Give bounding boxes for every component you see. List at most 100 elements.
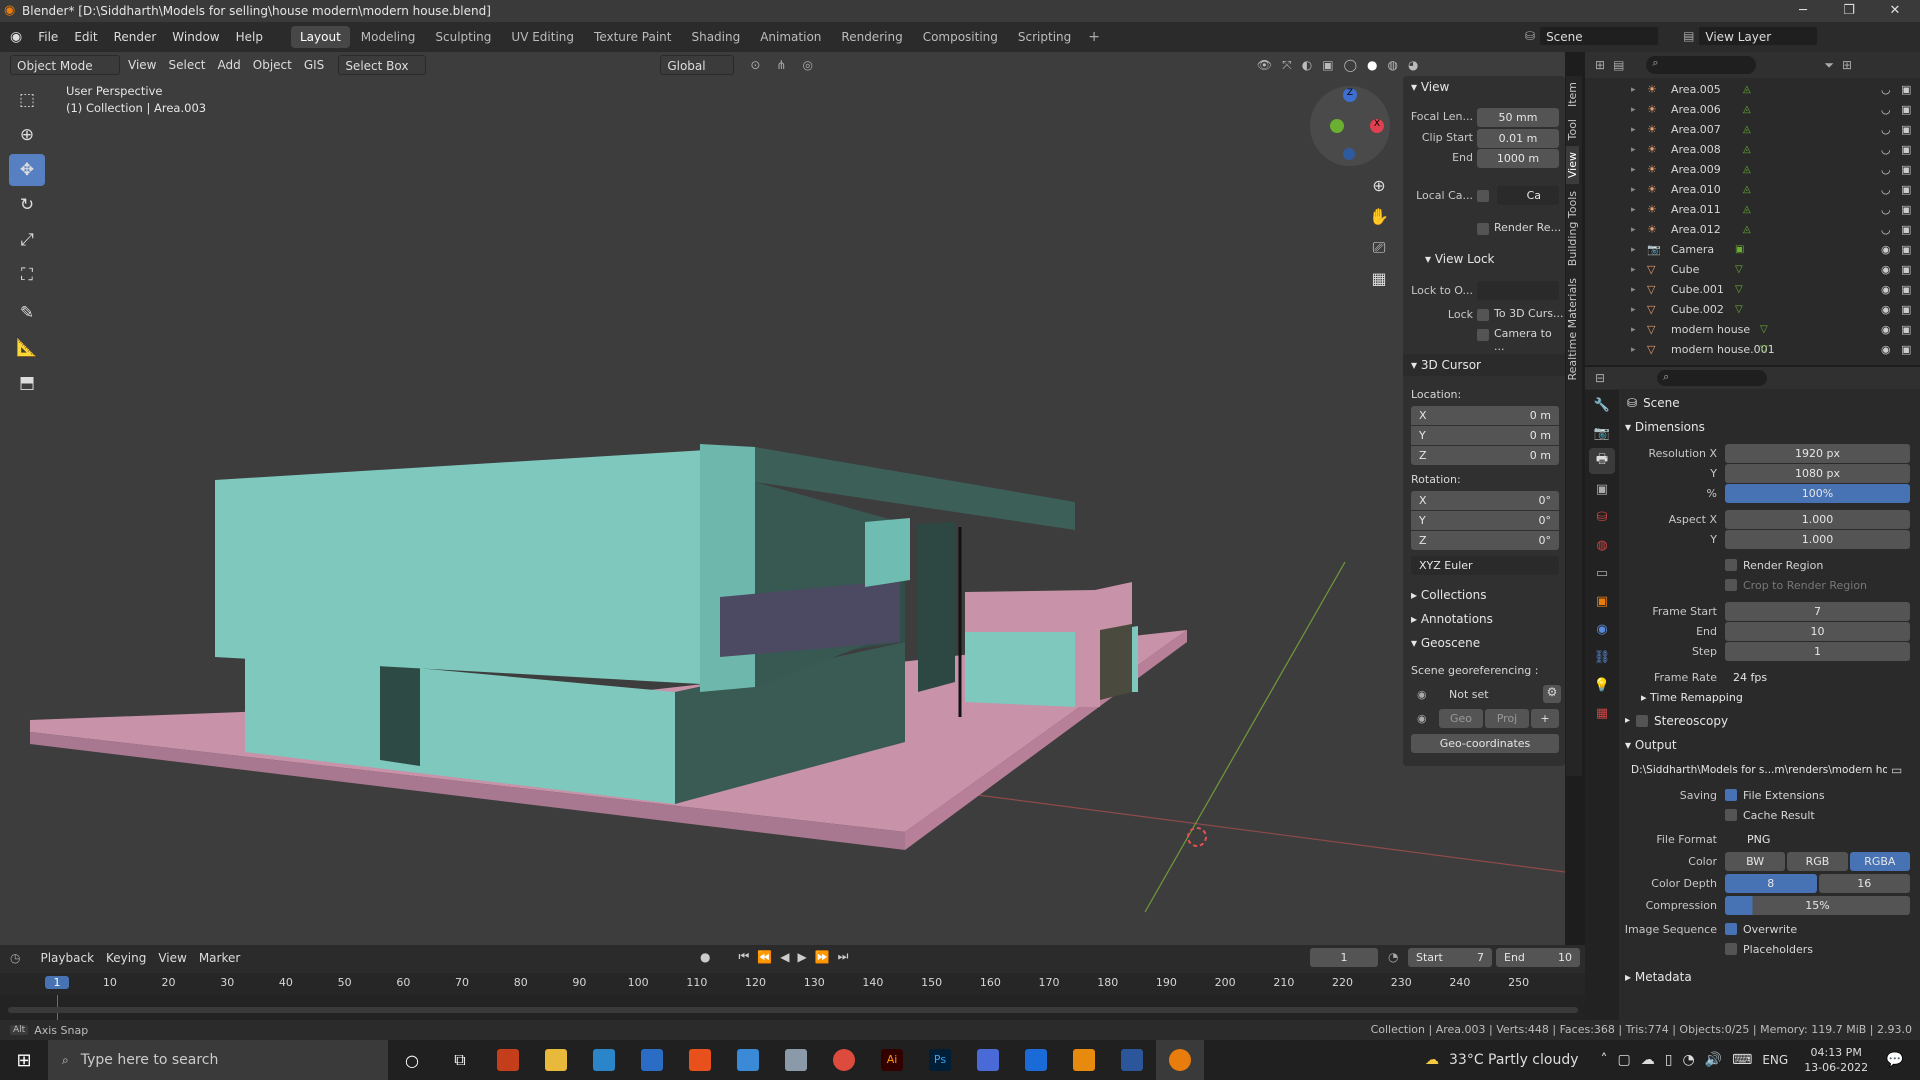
transform-tool-icon[interactable]: ⛶: [9, 259, 45, 291]
volume-icon[interactable]: 🔊: [1705, 1052, 1722, 1068]
expand-arrow-icon[interactable]: ▸: [1631, 200, 1636, 220]
weather-icon[interactable]: ☁: [1425, 1052, 1439, 1068]
visibility-eye-icon[interactable]: ◉: [1881, 320, 1891, 340]
camera-view-icon[interactable]: ⎚: [1368, 232, 1390, 263]
color-mode-rgba[interactable]: RGBA: [1849, 851, 1910, 871]
expand-arrow-icon[interactable]: ▸: [1631, 140, 1636, 160]
rotation-mode-dropdown[interactable]: XYZ Euler: [1411, 556, 1559, 575]
resolution-x-field[interactable]: 1920 px: [1725, 443, 1910, 463]
3d-cursor-header[interactable]: ▾ 3D Cursor: [1403, 354, 1565, 376]
outliner-row[interactable]: ▸ ▽ Cube.001 ▽ ◉ ▣: [1585, 280, 1920, 300]
outliner-item-name[interactable]: Area.008: [1671, 140, 1721, 160]
outliner-row[interactable]: ▸ ▽ Cube ▽ ◉ ▣: [1585, 260, 1920, 280]
outliner-row[interactable]: ▸ ☀ Area.005 ◬ ◡ ▣: [1585, 80, 1920, 100]
taskbar-search-input[interactable]: Type here to search: [81, 1052, 219, 1068]
render-camera-icon[interactable]: ▣: [1901, 180, 1911, 200]
render-camera-icon[interactable]: ▣: [1901, 140, 1911, 160]
zoom-icon[interactable]: ⊕: [1368, 170, 1390, 201]
pivot-icon[interactable]: ⊙: [750, 58, 760, 72]
output-tab-icon[interactable]: 🖶: [1589, 448, 1615, 474]
expand-arrow-icon[interactable]: ▸: [1631, 100, 1636, 120]
rendered-shading-icon[interactable]: ◕: [1408, 58, 1418, 72]
notification-icon[interactable]: 💬: [1886, 1052, 1903, 1068]
current-frame-field[interactable]: 1: [1310, 948, 1378, 967]
frame-start-field[interactable]: 7: [1725, 601, 1910, 621]
network-icon[interactable]: ◔: [1682, 1052, 1694, 1068]
snap-icon[interactable]: ⋔: [776, 58, 786, 72]
render-camera-icon[interactable]: ▣: [1901, 160, 1911, 180]
display-mode-icon[interactable]: ⊞: [1595, 58, 1605, 72]
visibility-eye-icon[interactable]: ◡: [1881, 80, 1891, 100]
blender-taskbar-icon[interactable]: [1156, 1040, 1204, 1080]
vector-app-icon[interactable]: [1012, 1040, 1060, 1080]
aspect-x-field[interactable]: 1.000: [1725, 509, 1910, 529]
color-mode-bw[interactable]: BW: [1725, 851, 1786, 871]
render-region[interactable]: Render Region: [1725, 559, 1823, 572]
visibility-eye-icon[interactable]: ◡: [1881, 180, 1891, 200]
timeline-menu-marker[interactable]: Marker: [195, 948, 244, 968]
visibility-eye-icon[interactable]: ◉: [1881, 340, 1891, 360]
battery-icon[interactable]: ▯: [1665, 1052, 1673, 1068]
visibility-eye-icon[interactable]: ◉: [1881, 300, 1891, 320]
outliner-item-name[interactable]: Cube: [1671, 260, 1699, 280]
close-icon[interactable]: ✕: [1872, 0, 1918, 22]
render-camera-icon[interactable]: ▣: [1901, 340, 1911, 360]
clock-icon[interactable]: ◔: [1388, 950, 1398, 964]
outliner-row[interactable]: ▸ ☀ Area.007 ◬ ◡ ▣: [1585, 120, 1920, 140]
workspace-tab-animation[interactable]: Animation: [751, 26, 830, 48]
app-blue-icon[interactable]: [724, 1040, 772, 1080]
texture-tab-icon[interactable]: ▦: [1589, 700, 1615, 726]
timeline-scrollbar[interactable]: [8, 1007, 1578, 1013]
rot-x-field[interactable]: X 0°: [1411, 491, 1559, 510]
select-menu[interactable]: Select: [164, 55, 209, 75]
play-icon[interactable]: ▶: [797, 950, 806, 964]
jump-end-icon[interactable]: ⏭: [838, 949, 849, 964]
app-bird-icon[interactable]: [964, 1040, 1012, 1080]
focal-length-field[interactable]: 50 mm: [1477, 108, 1559, 127]
frame-ruler[interactable]: 1 10 20 30 40 50 60 70 80 90 100 110 120 130 140 150 160…: [0, 973, 1585, 995]
scale-tool-icon[interactable]: ⤢: [9, 224, 45, 256]
visibility-eye-icon[interactable]: ◉: [1881, 240, 1891, 260]
sidebar-tab-view[interactable]: View: [1566, 146, 1579, 185]
workspace-tab-uv-editing[interactable]: UV Editing: [502, 26, 583, 48]
workspace-tab-modeling[interactable]: Modeling: [352, 26, 425, 48]
transform-orientation[interactable]: Global: [660, 55, 735, 75]
render-camera-icon[interactable]: ▣: [1901, 220, 1911, 240]
windows-start-icon[interactable]: ⊞: [0, 1040, 48, 1080]
stereoscopy-checkbox[interactable]: [1636, 715, 1649, 727]
render-region-checkbox[interactable]: [1725, 559, 1737, 571]
color-depth-16[interactable]: 16: [1818, 873, 1910, 893]
file-format-dropdown[interactable]: PNG: [1725, 829, 1910, 849]
expand-arrow-icon[interactable]: ▸: [1631, 80, 1636, 100]
frame-step-field[interactable]: 1: [1725, 641, 1910, 661]
photoshop-icon[interactable]: Ps: [916, 1040, 964, 1080]
view-menu[interactable]: View: [124, 55, 160, 75]
time-remapping-header[interactable]: ▸ Time Remapping: [1621, 687, 1920, 709]
render-region-checkbox[interactable]: [1477, 223, 1489, 235]
outliner-row[interactable]: ▸ ▽ Cube.002 ▽ ◉ ▣: [1585, 300, 1920, 320]
outliner-row[interactable]: ▸ ☀ Area.008 ◬ ◡ ▣: [1585, 140, 1920, 160]
placeholders-checkbox[interactable]: [1725, 943, 1737, 955]
overwrite-checkbox[interactable]: [1725, 923, 1737, 935]
frame-rate-dropdown[interactable]: 24 fps: [1725, 667, 1910, 687]
view-layer-tab-icon[interactable]: ▣: [1589, 476, 1615, 502]
workspace-tab-texture-paint[interactable]: Texture Paint: [585, 26, 680, 48]
expand-arrow-icon[interactable]: ▸: [1631, 260, 1636, 280]
world-tab-icon[interactable]: ◍: [1589, 532, 1615, 558]
folder-icon[interactable]: ▭: [1891, 763, 1902, 777]
constraints-tab-icon[interactable]: ⛓: [1589, 644, 1615, 670]
properties-search-input[interactable]: ⌕: [1657, 370, 1768, 386]
outliner-item-name[interactable]: Camera: [1671, 240, 1714, 260]
expand-arrow-icon[interactable]: ▸: [1631, 240, 1636, 260]
store-icon[interactable]: [628, 1040, 676, 1080]
powerpoint-icon[interactable]: [484, 1040, 532, 1080]
outliner-row[interactable]: ▸ 📷 Camera ▣ ◉ ▣: [1585, 240, 1920, 260]
gizmo-z-icon[interactable]: Z: [1343, 88, 1357, 102]
timeline-menu-view[interactable]: View: [154, 948, 190, 968]
app-gray-icon[interactable]: [772, 1040, 820, 1080]
visibility-eye-icon[interactable]: ◉: [1881, 260, 1891, 280]
expand-arrow-icon[interactable]: ▸: [1631, 300, 1636, 320]
scene-tab-icon[interactable]: ⛁: [1589, 504, 1615, 530]
wireframe-shading-icon[interactable]: ◯: [1344, 58, 1357, 72]
render-camera-icon[interactable]: ▣: [1901, 260, 1911, 280]
